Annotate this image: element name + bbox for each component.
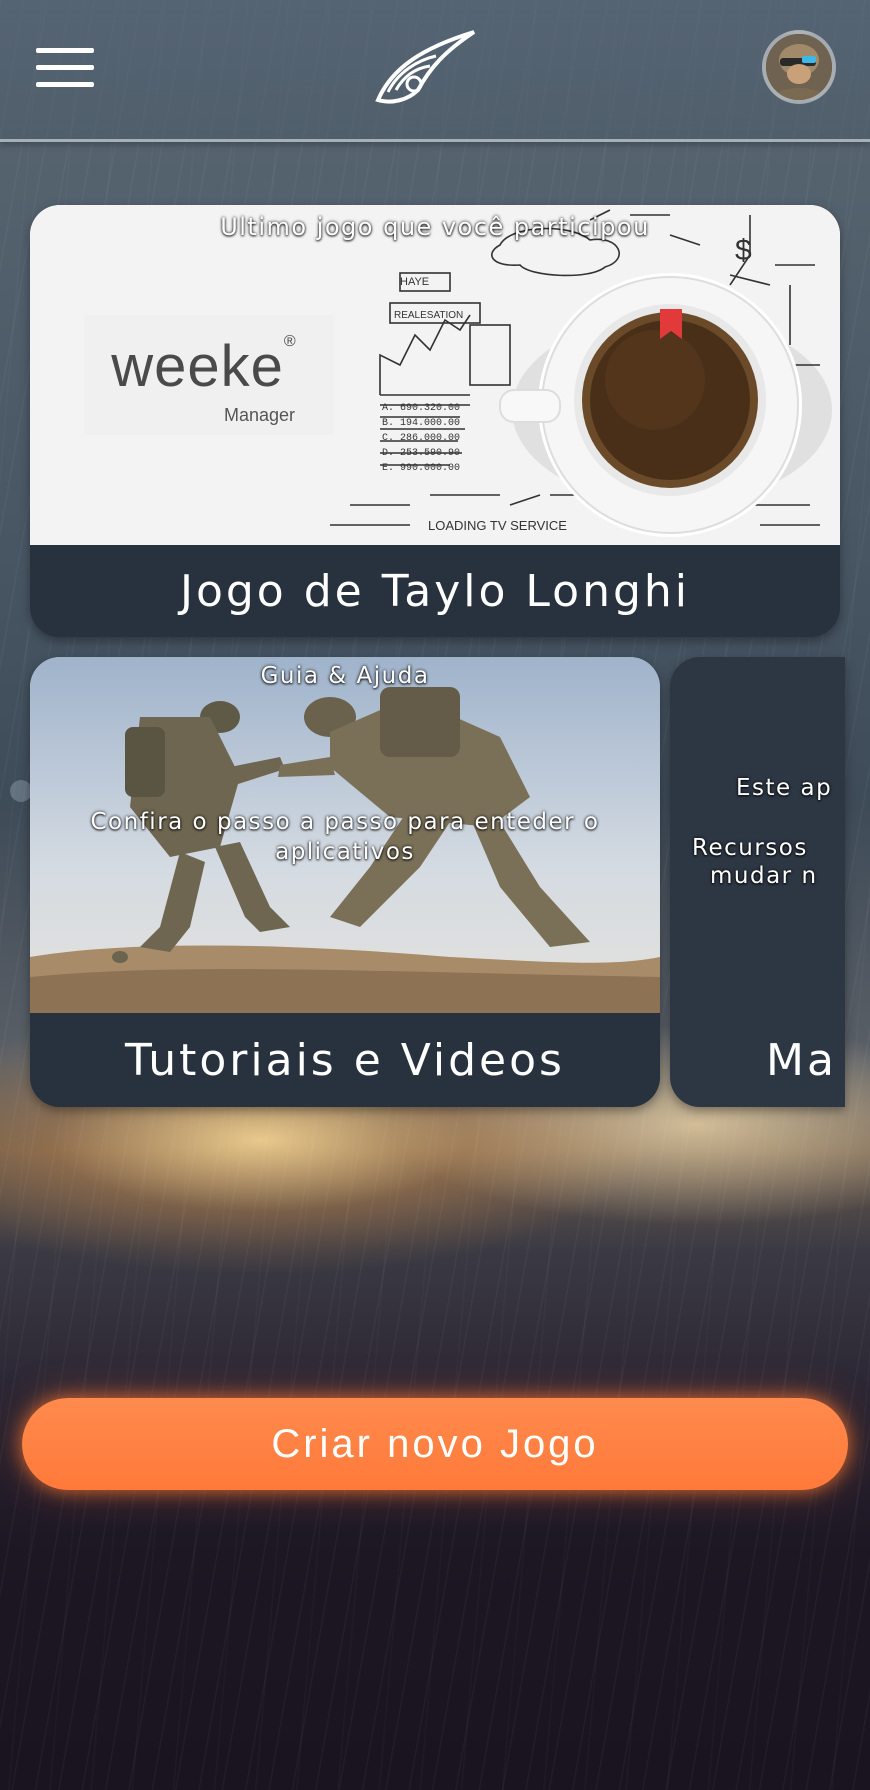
- bokeh-light: [10, 780, 32, 802]
- create-new-game-button[interactable]: Criar novo Jogo: [22, 1398, 848, 1490]
- guide-caption: Guia & Ajuda: [260, 663, 430, 689]
- third-line-1: Este ap: [736, 775, 833, 801]
- svg-text:C. 286.000.00: C. 286.000.00: [382, 433, 460, 444]
- weeke-logo: weeke® Manager: [84, 315, 334, 435]
- third-footer: Ma: [670, 1013, 845, 1107]
- soldier-avatar-icon: [766, 34, 832, 100]
- last-game-footer: Jogo de Taylo Longhi: [30, 545, 840, 637]
- last-game-title: Jogo de Taylo Longhi: [179, 565, 691, 617]
- menu-bar: [36, 48, 94, 53]
- brand-text: weeke: [111, 334, 284, 399]
- menu-bar: [36, 65, 94, 70]
- guide-description: Confira o passo a passo para enteder o a…: [90, 809, 600, 865]
- third-title: Ma: [766, 1034, 837, 1086]
- guide-title: Tutoriais e Videos: [125, 1034, 565, 1086]
- third-line-2: Recursos: [692, 835, 808, 861]
- third-line-3: mudar n: [710, 863, 818, 889]
- guide-card[interactable]: Guia & Ajuda Confira o passo a passo par…: [30, 657, 660, 1107]
- avatar[interactable]: [762, 30, 836, 104]
- svg-text:A. 690.320.00: A. 690.320.00: [382, 403, 460, 414]
- eye-swoosh-logo: [375, 30, 476, 104]
- svg-text:LOADING TV SERVICE: LOADING TV SERVICE: [428, 518, 567, 533]
- svg-text:D. 253.590.90: D. 253.590.90: [382, 448, 460, 459]
- last-game-image: LOADING TV SERVICE HAYE REALESATION A. 6…: [30, 205, 840, 545]
- app-header: [0, 0, 870, 142]
- brand-sub: Manager: [224, 405, 296, 425]
- svg-text:REALESATION: REALESATION: [394, 310, 463, 321]
- menu-bar: [36, 82, 94, 87]
- svg-text:E. 990.000.00: E. 990.000.00: [382, 463, 460, 474]
- third-card[interactable]: Este ap Recursos mudar n Ma: [670, 657, 845, 1107]
- last-game-card[interactable]: LOADING TV SERVICE HAYE REALESATION A. 6…: [30, 205, 840, 637]
- guide-footer: Tutoriais e Videos: [30, 1013, 660, 1107]
- last-game-caption: Ultimo jogo que você participou: [220, 213, 650, 241]
- svg-text:B. 194.000.00: B. 194.000.00: [382, 418, 460, 429]
- svg-text:HAYE: HAYE: [400, 276, 429, 288]
- hamburger-menu-icon[interactable]: [36, 46, 94, 90]
- brand-registered: ®: [283, 333, 297, 350]
